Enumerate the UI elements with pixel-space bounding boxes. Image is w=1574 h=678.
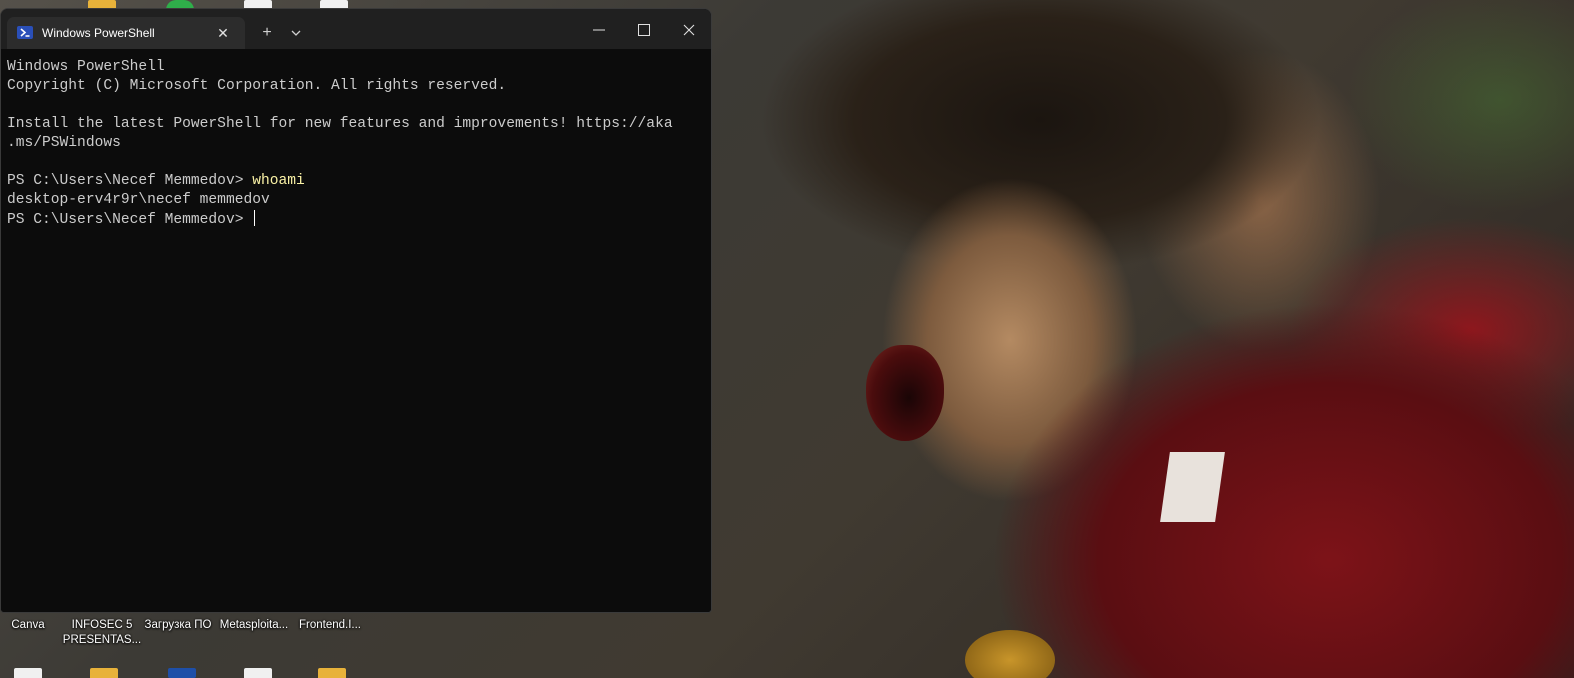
desktop-icon-label: Frontend.I... — [298, 619, 361, 631]
terminal-window: Windows PowerShell ✕ + Windows PowerShel… — [0, 8, 712, 613]
powershell-icon — [17, 26, 33, 39]
minimize-button[interactable] — [579, 17, 619, 43]
desktop-icon-frontend[interactable]: Frontend.I... — [294, 618, 366, 633]
folder-icon[interactable] — [318, 668, 346, 678]
console-line: desktop-erv4r9r\necef memmedov — [7, 192, 270, 208]
desktop-icon-metasploit[interactable]: Metasploita... — [216, 618, 292, 633]
title-bar[interactable]: Windows PowerShell ✕ + — [1, 9, 711, 49]
text-cursor — [254, 210, 256, 226]
close-tab-icon[interactable]: ✕ — [213, 24, 233, 42]
console-input-line[interactable]: PS C:\Users\Necef Memmedov> — [7, 210, 711, 229]
prompt: PS C:\Users\Necef Memmedov> — [7, 173, 253, 189]
desktop-icon-label: PRESENTAS... — [62, 634, 142, 646]
console-line: .ms/PSWindows — [7, 135, 121, 151]
chevron-down-icon[interactable] — [287, 23, 305, 43]
file-icon[interactable] — [14, 668, 42, 678]
desktop-icon-label: INFOSEC 5 — [71, 619, 133, 631]
folder-icon[interactable] — [90, 668, 118, 678]
close-window-button[interactable] — [669, 17, 709, 43]
tab-windows-powershell[interactable]: Windows PowerShell ✕ — [7, 17, 245, 49]
wallpaper-detail — [866, 345, 944, 441]
desktop-icon-zagruzka[interactable]: Загрузка ПО — [142, 618, 214, 633]
desktop-icon-label: Canva — [11, 619, 45, 631]
maximize-button[interactable] — [624, 17, 664, 43]
desktop-icon-infosec[interactable]: INFOSEC 5 PRESENTAS... — [62, 618, 142, 648]
tab-title: Windows PowerShell — [42, 26, 155, 40]
console-command-line: PS C:\Users\Necef Memmedov> whoami — [7, 172, 711, 191]
console-output[interactable]: Windows PowerShell Copyright (C) Microso… — [1, 49, 711, 612]
app-icon[interactable] — [168, 668, 196, 678]
console-line: Install the latest PowerShell for new fe… — [7, 116, 673, 132]
wallpaper-detail — [1160, 452, 1225, 522]
desktop-icon-label: Загрузка ПО — [144, 619, 212, 631]
console-line: Copyright (C) Microsoft Corporation. All… — [7, 78, 507, 94]
new-tab-button[interactable]: + — [257, 23, 277, 43]
console-line: Windows PowerShell — [7, 59, 165, 75]
command-text: whoami — [252, 173, 305, 189]
desktop-icon-label: Metasploita... — [219, 619, 289, 631]
desktop-icon-canva[interactable]: Canva — [6, 618, 50, 633]
prompt: PS C:\Users\Necef Memmedov> — [7, 212, 253, 228]
file-icon[interactable] — [244, 668, 272, 678]
